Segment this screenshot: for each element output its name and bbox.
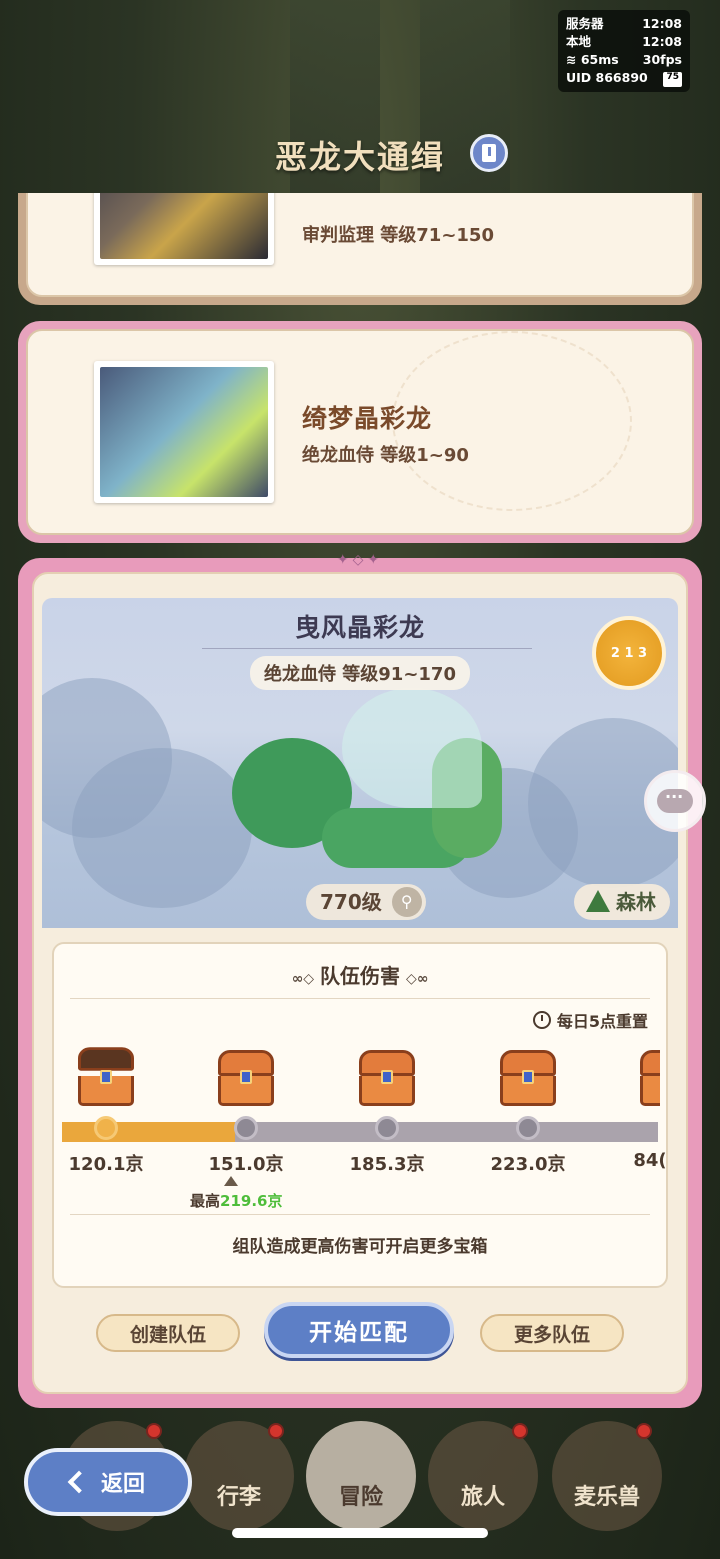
boss-level-text: 770级 — [320, 890, 382, 914]
tree-icon — [586, 890, 610, 912]
clock-icon — [532, 1011, 551, 1029]
team-damage-panel: ∞◇ 队伍伤害 ◇∞ 每日5点重置 120.1京 151.0京 185.3京 223… — [52, 942, 668, 1288]
guide-book-button[interactable] — [470, 134, 508, 172]
nav-item-luggage[interactable]: 行李 — [184, 1421, 294, 1531]
battery-icon: 75 — [663, 72, 682, 87]
nav-item-traveler[interactable]: 旅人 — [428, 1421, 538, 1531]
boss-name: 曳风晶彩龙 — [294, 613, 425, 642]
reward-chest[interactable] — [500, 1050, 556, 1106]
fps: 30fps — [642, 52, 682, 67]
uid: UID 866890 — [566, 70, 648, 85]
notification-dot — [636, 1423, 652, 1439]
back-label: 返回 — [100, 1472, 145, 1497]
create-team-button[interactable]: 创建队伍 — [96, 1314, 240, 1352]
reward-chest[interactable] — [359, 1050, 415, 1106]
boss-scene: 曳风晶彩龙 绝龙血侍 等级91~170 2 1 3 770级 ⚲ 森林 — [42, 598, 678, 928]
dragon-card[interactable]: 绮梦晶彩龙 绝龙血侍 等级1~90 — [18, 321, 702, 543]
damage-hint: 组队造成更高伤害可开启更多宝箱 — [232, 1237, 488, 1257]
server-label: 服务器 — [566, 16, 604, 31]
featured-dragon-card: ✦◇✦ 曳风晶彩龙 绝龙血侍 等级91~170 2 1 3 770级 ⚲ 森林 … — [18, 552, 702, 1408]
notification-dot — [268, 1423, 284, 1439]
more-teams-button[interactable]: 更多队伍 — [480, 1314, 624, 1352]
reward-chest[interactable] — [640, 1050, 660, 1106]
biome-label: 森林 — [616, 890, 656, 914]
milestone-node — [234, 1116, 258, 1140]
dragon-subtitle: 绝龙血侍 等级1~90 — [302, 445, 469, 466]
boss-subtitle: 绝龙血侍 等级91~170 — [250, 656, 470, 690]
best-marker-icon — [224, 1176, 238, 1186]
boss-level[interactable]: 770级 ⚲ — [306, 884, 426, 920]
nav-item-pets[interactable]: 麦乐兽 — [552, 1421, 662, 1531]
dragon-subtitle: 审判监理 等级71~150 — [302, 225, 494, 246]
milestone-label: 223.0京 — [490, 1154, 566, 1175]
card-decoration: ✦◇✦ — [336, 552, 384, 568]
biome-tag: 森林 — [574, 884, 670, 920]
notification-dot — [512, 1423, 528, 1439]
server-time: 12:08 — [642, 16, 682, 31]
milestone-node — [375, 1116, 399, 1140]
damage-progress-track — [62, 1122, 658, 1142]
team-damage-title: ∞◇ 队伍伤害 ◇∞ — [291, 964, 429, 988]
reward-chest[interactable] — [78, 1047, 134, 1106]
back-arrow-icon — [67, 1470, 91, 1494]
dragon-thumbnail — [94, 361, 274, 503]
milestone-label: 151.0京 — [208, 1154, 284, 1175]
divider — [202, 648, 532, 649]
notification-dot — [146, 1423, 162, 1439]
milestone-node — [94, 1116, 118, 1140]
magnify-icon[interactable]: ⚲ — [391, 887, 422, 917]
reward-chest[interactable] — [218, 1050, 274, 1106]
local-time: 12:08 — [642, 34, 682, 49]
wifi-icon: ≋ — [566, 52, 581, 67]
local-label: 本地 — [566, 34, 592, 49]
milestone-node — [516, 1116, 540, 1140]
chat-button[interactable] — [644, 770, 706, 832]
best-damage: 最高219.6京 — [190, 1192, 283, 1210]
nav-item-adventure[interactable]: 冒险 — [306, 1421, 416, 1531]
reset-info: 每日5点重置 — [532, 1008, 648, 1032]
page-title: 恶龙大通缉 — [274, 138, 445, 176]
home-indicator[interactable] — [232, 1528, 488, 1538]
ornament-icon: ◇∞ — [406, 971, 429, 987]
divider — [70, 1214, 650, 1215]
status-overlay: 服务器 12:08 本地 12:08 ≋ 65ms 30fps UID 866890 7… — [558, 10, 690, 92]
book-icon — [482, 144, 496, 162]
podium-icon: 2 1 3 — [610, 645, 648, 661]
back-button[interactable]: 返回 — [24, 1448, 192, 1516]
ornament-icon: ∞◇ — [291, 971, 314, 987]
boss-dragon-art — [232, 688, 522, 898]
milestone-label: 185.3京 — [349, 1154, 425, 1175]
milestone-label: 84( — [633, 1150, 667, 1171]
divider — [70, 998, 650, 999]
damage-progress-fill — [62, 1122, 235, 1142]
milestone-label: 120.1京 — [68, 1154, 144, 1175]
start-match-button[interactable]: 开始匹配 — [264, 1302, 454, 1358]
dragon-card[interactable]: 审判监理 等级71~150 — [18, 193, 702, 305]
ranking-button[interactable]: 2 1 3 — [592, 616, 666, 690]
dragon-thumbnail — [94, 193, 274, 265]
chat-bubble-icon — [657, 787, 693, 813]
dragon-name: 绮梦晶彩龙 — [302, 404, 433, 433]
ping: 65ms — [580, 52, 619, 67]
